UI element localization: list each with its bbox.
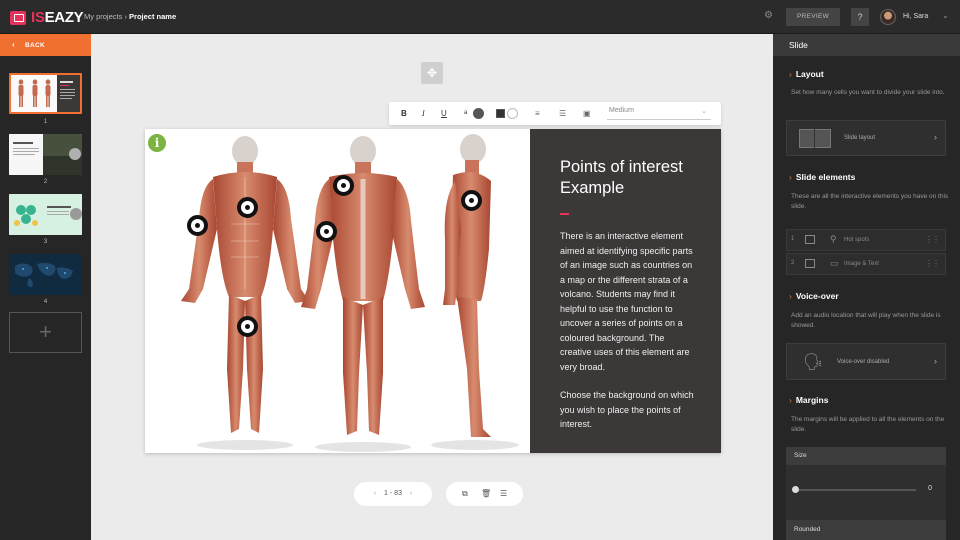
move-handle-icon[interactable]: ✥ [421, 62, 443, 84]
user-greeting[interactable]: Hi, Sara [903, 13, 928, 20]
size-slider-handle[interactable] [792, 486, 799, 493]
slide-actions: ⧉ 🗑 ☰ [446, 482, 523, 506]
hotspot-marker[interactable] [187, 215, 208, 236]
size-value: 0 [928, 485, 932, 492]
font-color-button[interactable]: a [464, 110, 467, 116]
hotspot-marker[interactable] [237, 316, 258, 337]
pin-icon: ⚲ [830, 234, 837, 244]
chevron-right-icon: › [934, 132, 937, 142]
slide-title[interactable]: Points of interest Example [560, 157, 695, 199]
text-toolbar: B I U a ≡ ☰ ▣ Medium ⌄ [389, 102, 721, 125]
layout-icon [799, 129, 831, 148]
layout-description: Set how many cells you want to divide yo… [791, 89, 945, 96]
element-row-image-text[interactable]: 2 ▭ Image & Text ⋮⋮ [786, 253, 946, 275]
rounded-label[interactable]: Rounded [786, 520, 946, 540]
bold-button[interactable]: B [401, 109, 407, 118]
add-slide-button[interactable]: + [9, 312, 82, 353]
slide-thumbnail-2[interactable] [9, 134, 82, 175]
layout-section-title: Layout [789, 69, 824, 79]
slide-number: 1 [43, 119, 48, 125]
logo-icon [10, 10, 26, 25]
slide-number: 4 [43, 299, 48, 305]
size-label: Size [786, 447, 946, 465]
underline-button[interactable]: U [441, 109, 447, 118]
back-button[interactable]: ‹ BACK [0, 34, 91, 56]
speaker-icon: 🗣 [803, 354, 824, 371]
slide-thumbnail-3[interactable] [9, 194, 82, 235]
settings-gear-icon[interactable]: ⚙ [764, 11, 774, 21]
slide-layout-card[interactable]: Slide layout › [786, 120, 946, 156]
pager-total: 83 [394, 490, 402, 497]
elements-description: These are all the interactive elements y… [791, 193, 949, 210]
preview-button[interactable]: PREVIEW [786, 8, 840, 26]
slides-sidebar: ‹ BACK 1 2 3 4 + [0, 34, 91, 540]
margins-section-title: Margins [789, 395, 829, 405]
info-icon[interactable]: i [148, 134, 166, 152]
anatomy-image[interactable]: i [145, 129, 530, 453]
properties-panel: Slide Layout Set how many cells you want… [773, 34, 960, 540]
element-type-icon [805, 259, 815, 268]
reorder-icon[interactable]: ☰ [500, 489, 507, 498]
chevron-right-icon: › [934, 356, 937, 366]
hotspot-marker[interactable] [237, 197, 258, 218]
italic-button[interactable]: I [422, 109, 425, 118]
comment-icon: ▭ [830, 258, 839, 268]
breadcrumb-parent[interactable]: My projects [84, 12, 122, 21]
padding-icon[interactable]: ▣ [583, 109, 591, 118]
voiceover-description: Add an audio location that will play whe… [791, 312, 941, 329]
help-button[interactable]: ? [851, 8, 869, 26]
margins-controls: Size 0 Rounded [786, 447, 946, 540]
element-row-hotspots[interactable]: 1 ⚲ Hot spots ⋮⋮ [786, 229, 946, 251]
text-panel[interactable]: Points of interest Example There is an i… [530, 129, 721, 453]
align-icon[interactable]: ≡ [535, 109, 540, 118]
prev-slide-button[interactable]: ‹ [374, 490, 376, 497]
trash-icon[interactable]: 🗑 [481, 489, 491, 498]
slide-canvas: ✥ B I U a ≡ ☰ ▣ Medium ⌄ i Points of int… [91, 34, 773, 540]
drag-handle-icon[interactable]: ⋮⋮ [925, 259, 940, 268]
elements-section-title: Slide elements [789, 172, 856, 182]
element-type-icon [805, 235, 815, 244]
breadcrumb: My projects › Project name [84, 12, 177, 21]
slide-pager: ‹ 1 - 83 › [354, 482, 432, 506]
background-color-icon[interactable] [496, 109, 505, 118]
font-size-select[interactable]: Medium ⌄ [607, 107, 711, 120]
slide-thumbnail-1[interactable] [9, 73, 82, 114]
next-slide-button[interactable]: › [410, 490, 412, 497]
duplicate-icon[interactable]: ⧉ [462, 489, 468, 499]
hotspot-marker[interactable] [333, 175, 354, 196]
chevron-down-icon[interactable]: ⌄ [942, 11, 949, 20]
breadcrumb-current: Project name [129, 12, 177, 21]
margins-description: The margins will be applied to all the e… [791, 416, 945, 433]
panel-header: Slide [773, 34, 960, 56]
chevron-down-icon: ⌄ [701, 108, 707, 115]
font-color-swatch[interactable] [473, 108, 484, 119]
slide-thumbnail-4[interactable] [9, 254, 82, 295]
drag-handle-icon[interactable]: ⋮⋮ [925, 235, 940, 244]
no-fill-swatch[interactable] [507, 108, 518, 119]
top-bar: ISEAZY My projects › Project name ⚙ PREV… [0, 0, 960, 34]
user-avatar[interactable] [880, 9, 896, 25]
voiceover-card[interactable]: 🗣 Voice-over disabled › [786, 343, 946, 380]
iseazy-logo[interactable]: ISEAZY [10, 9, 84, 26]
slide-body-text[interactable]: There is an interactive element aimed at… [560, 229, 695, 374]
list-icon[interactable]: ☰ [559, 109, 566, 118]
voiceover-section-title: Voice-over [789, 291, 839, 301]
title-divider [560, 213, 569, 215]
size-slider-track[interactable] [794, 489, 916, 491]
hotspot-marker[interactable] [461, 190, 482, 211]
slide-preview: i Points of interest Example There is an… [145, 129, 721, 453]
hotspot-marker[interactable] [316, 221, 337, 242]
chevron-left-icon: ‹ [12, 40, 15, 49]
slide-number: 2 [43, 179, 48, 185]
logo-text: ISEAZY [31, 9, 84, 26]
pager-current: 1 [384, 490, 388, 497]
slide-number: 3 [43, 239, 48, 245]
slide-body-text-2[interactable]: Choose the background on which you wish … [560, 388, 695, 432]
